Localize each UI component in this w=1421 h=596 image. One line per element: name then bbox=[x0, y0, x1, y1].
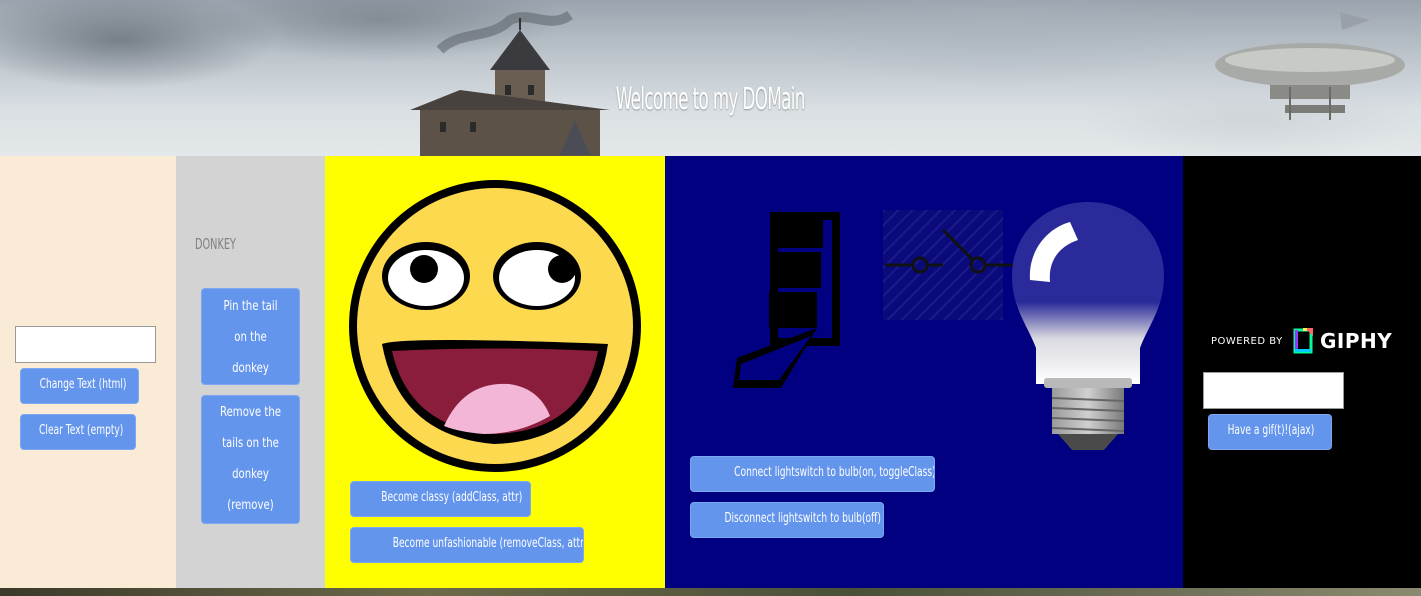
giphy-logo-icon bbox=[1293, 328, 1313, 354]
clear-text-label: Clear Text (empty) bbox=[39, 423, 124, 438]
lever-switch-icon bbox=[733, 212, 840, 388]
gif-search-input[interactable] bbox=[1203, 372, 1344, 409]
giphy-attribution: POWERED BY GIPHY bbox=[1210, 328, 1400, 356]
remove-tails-button[interactable]: Remove the tails on the donkey (remove) bbox=[201, 395, 300, 524]
disconnect-switch-button[interactable]: Disconnect lightswitch to bulb(off) bbox=[690, 502, 884, 538]
change-text-button[interactable]: Change Text (html) bbox=[20, 368, 139, 404]
donkey-label: DONKEY bbox=[195, 235, 236, 253]
header-banner: Welcome to my DOMain bbox=[0, 0, 1421, 156]
append-tail-label: Pin the tail on the donkey (append) bbox=[223, 299, 278, 376]
remove-class-label: Become unfashionable (removeClass, attr) bbox=[392, 536, 584, 551]
awesome-face-icon bbox=[349, 180, 641, 472]
airship-illustration bbox=[1215, 12, 1405, 120]
add-class-label: Become classy (addClass, attr) bbox=[381, 490, 523, 505]
page-title: Welcome to my DOMain bbox=[615, 82, 806, 117]
footer-background-strip bbox=[0, 588, 1421, 596]
remove-class-button[interactable]: Become unfashionable (removeClass, attr) bbox=[350, 527, 584, 563]
text-input[interactable] bbox=[15, 326, 156, 363]
giphy-brand-text: GIPHY bbox=[1320, 329, 1393, 353]
get-gif-label: Have a gif(t)!(ajax) bbox=[1227, 423, 1315, 438]
light-bulb-icon bbox=[1012, 202, 1164, 450]
get-gif-button[interactable]: Have a gif(t)!(ajax) bbox=[1208, 414, 1332, 450]
disconnect-switch-label: Disconnect lightswitch to bulb(off) bbox=[724, 511, 881, 526]
clear-text-button[interactable]: Clear Text (empty) bbox=[20, 414, 136, 450]
circuit-switch-icon bbox=[883, 210, 1016, 320]
remove-tails-label: Remove the tails on the donkey (remove) bbox=[219, 405, 282, 513]
append-tail-button[interactable]: Pin the tail on the donkey (append) bbox=[201, 288, 300, 385]
change-text-label: Change Text (html) bbox=[39, 377, 127, 392]
add-class-button[interactable]: Become classy (addClass, attr) bbox=[350, 481, 531, 517]
connect-switch-button[interactable]: Connect lightswitch to bulb(on, toggleCl… bbox=[690, 456, 935, 492]
connect-switch-label: Connect lightswitch to bulb(on, toggleCl… bbox=[734, 465, 935, 480]
powered-by-text: POWERED BY bbox=[1211, 336, 1283, 347]
